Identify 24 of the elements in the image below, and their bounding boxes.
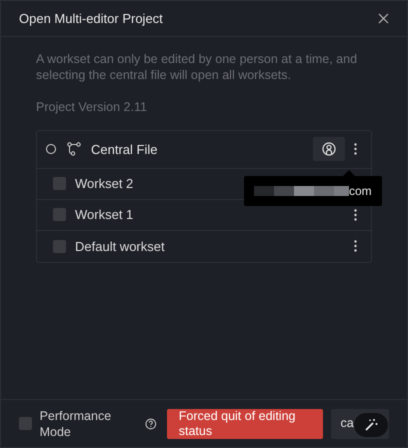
user-icon xyxy=(322,142,336,156)
workset-label: Workset 1 xyxy=(75,206,134,224)
description-text: A workset can only be edited by one person at a time, and selecting the central file will open all worksets. xyxy=(36,51,358,83)
wand-icon xyxy=(364,418,378,432)
window-title: Open Multi-editor Project xyxy=(19,10,163,28)
tooltip-text: com xyxy=(349,182,372,200)
workset-label: Default workset xyxy=(75,238,165,256)
close-icon[interactable] xyxy=(378,13,389,24)
help-icon[interactable] xyxy=(145,418,157,430)
performance-mode-label: Performance Mode xyxy=(40,408,112,440)
workset-label: Workset 2 xyxy=(75,175,134,193)
user-button[interactable] xyxy=(313,137,345,162)
project-version: Project Version 2.11 xyxy=(36,99,148,116)
more-icon[interactable] xyxy=(354,143,357,156)
force-quit-button[interactable]: Forced quit of editing status xyxy=(166,408,323,438)
central-file-radio[interactable] xyxy=(46,144,56,154)
workset-checkbox[interactable] xyxy=(53,240,66,253)
performance-mode-checkbox[interactable] xyxy=(19,417,32,430)
more-icon[interactable] xyxy=(354,208,357,221)
more-icon[interactable] xyxy=(354,240,357,252)
central-file-label: Central File xyxy=(91,140,158,158)
workset-checkbox[interactable] xyxy=(53,177,66,190)
workset-checkbox[interactable] xyxy=(53,208,66,222)
branch-icon xyxy=(67,142,81,156)
